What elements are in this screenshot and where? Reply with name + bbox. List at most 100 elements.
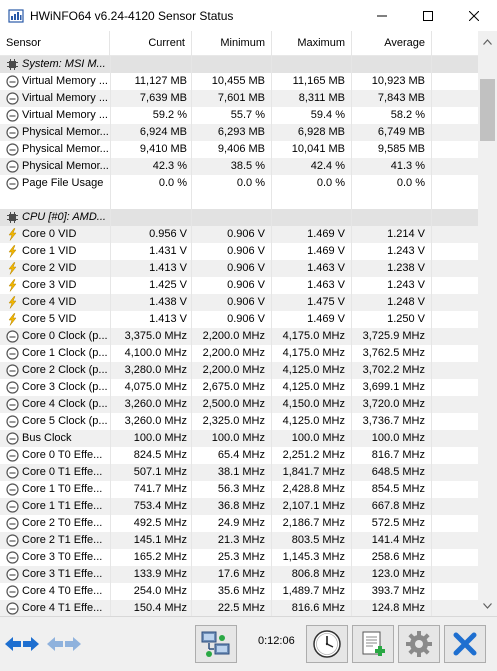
sensor-row[interactable]: Core 0 T0 Effe... 824.5 MHz 65.4 MHz 2,251.… bbox=[0, 447, 478, 464]
gauge-icon bbox=[6, 330, 19, 343]
scroll-thumb[interactable] bbox=[480, 79, 495, 141]
sensor-row[interactable]: Core 1 T0 Effe... 741.7 MHz 56.3 MHz 2,428.… bbox=[0, 481, 478, 498]
sensor-row[interactable]: Core 2 T1 Effe... 145.1 MHz 21.3 MHz 803.5 … bbox=[0, 532, 478, 549]
reset-clock-button[interactable] bbox=[306, 625, 348, 663]
sensor-row[interactable]: Virtual Memory ... 11,127 MB 10,455 MB 11,1… bbox=[0, 73, 478, 90]
vertical-scrollbar[interactable] bbox=[478, 31, 497, 616]
sensor-average-value: 648.5 MHz bbox=[371, 466, 425, 478]
chevron-down-icon bbox=[483, 602, 492, 609]
sensor-row[interactable]: Core 1 T1 Effe... 753.4 MHz 36.8 MHz 2,107.… bbox=[0, 498, 478, 515]
lightning-icon bbox=[6, 262, 19, 275]
sensor-minimum-value: 2,675.0 MHz bbox=[202, 381, 265, 393]
log-file-button[interactable] bbox=[352, 625, 394, 663]
sensor-row[interactable]: Core 3 Clock (p... 4,075.0 MHz 2,675.0 MHz… bbox=[0, 379, 478, 396]
sensor-average-value: 667.8 MHz bbox=[371, 500, 425, 512]
sensor-row[interactable]: Virtual Memory ... 59.2 % 55.7 % 59.4 % 58.2… bbox=[0, 107, 478, 124]
scroll-up-button[interactable] bbox=[478, 33, 497, 50]
sensor-row[interactable]: Core 0 VID 0.956 V 0.906 V 1.469 V 1.214 V bbox=[0, 226, 478, 243]
sensor-row[interactable]: Physical Memor... 9,410 MB 9,406 MB 10,041 … bbox=[0, 141, 478, 158]
sensor-group-header[interactable]: CPU [#0]: AMD... bbox=[0, 209, 478, 226]
navigate-arrows-button[interactable] bbox=[4, 631, 40, 657]
sensor-average-value: 1.243 V bbox=[387, 279, 425, 291]
gauge-icon bbox=[6, 381, 19, 394]
sensor-maximum-value: 10,041 MB bbox=[291, 143, 345, 155]
sensor-row[interactable]: Virtual Memory ... 7,639 MB 7,601 MB 8,311 … bbox=[0, 90, 478, 107]
sensor-average-value: 0.0 % bbox=[396, 177, 425, 189]
sensor-row[interactable]: Core 3 VID 1.425 V 0.906 V 1.463 V 1.243 V bbox=[0, 277, 478, 294]
close-sensors-button[interactable] bbox=[444, 625, 486, 663]
left-right-arrows-icon bbox=[5, 637, 39, 651]
sensor-average-value: 1.214 V bbox=[387, 228, 425, 240]
gauge-icon bbox=[6, 92, 19, 105]
column-header-minimum[interactable]: Minimum bbox=[192, 31, 272, 56]
sensor-row[interactable]: Core 2 VID 1.413 V 0.906 V 1.463 V 1.238 V bbox=[0, 260, 478, 277]
sensor-name: Core 1 Clock (p... bbox=[22, 347, 108, 359]
minimize-button[interactable] bbox=[359, 0, 405, 31]
sensor-current-value: 6,924 MB bbox=[139, 126, 187, 138]
maximize-button[interactable] bbox=[405, 0, 451, 31]
column-header-average[interactable]: Average bbox=[352, 31, 432, 56]
sensor-current-value: 165.2 MHz bbox=[133, 551, 187, 563]
sensor-name: Physical Memor... bbox=[22, 126, 109, 138]
sensor-name: Bus Clock bbox=[22, 432, 72, 444]
minimize-icon bbox=[377, 15, 387, 16]
sensor-maximum-value: 42.4 % bbox=[310, 160, 345, 172]
sensor-row[interactable]: Core 1 Clock (p... 4,100.0 MHz 2,200.0 MHz… bbox=[0, 345, 478, 362]
sensor-current-value: 3,375.0 MHz bbox=[124, 330, 187, 342]
sensor-current-value: 0.0 % bbox=[158, 177, 187, 189]
sensor-group-header[interactable]: System: MSI M... bbox=[0, 56, 478, 73]
sensor-row[interactable]: Page File Usage 0.0 % 0.0 % 0.0 % 0.0 % bbox=[0, 175, 478, 192]
scroll-down-button[interactable] bbox=[478, 597, 497, 614]
sensor-minimum-value: 24.9 MHz bbox=[217, 517, 265, 529]
sensor-row[interactable]: Core 4 T1 Effe... 150.4 MHz 22.5 MHz 816.6 … bbox=[0, 600, 478, 616]
column-header-maximum[interactable]: Maximum bbox=[272, 31, 352, 56]
sensor-row[interactable]: Core 4 T0 Effe... 254.0 MHz 35.6 MHz 1,489.… bbox=[0, 583, 478, 600]
sensor-row[interactable]: Core 3 T1 Effe... 133.9 MHz 17.6 MHz 806.8 … bbox=[0, 566, 478, 583]
sensor-current-value: 1.438 V bbox=[149, 296, 187, 308]
close-icon bbox=[469, 10, 479, 21]
sensor-maximum-value: 816.6 MHz bbox=[291, 602, 345, 614]
sensor-list: System: MSI M... Virtual Memory ... 11,127… bbox=[0, 56, 478, 616]
sensor-row[interactable]: Core 2 T0 Effe... 492.5 MHz 24.9 MHz 2,186.… bbox=[0, 515, 478, 532]
sensor-average-value: 6,749 MB bbox=[377, 126, 425, 138]
close-window-button[interactable] bbox=[451, 0, 497, 31]
navigate-arrows-disabled-button[interactable] bbox=[46, 631, 82, 657]
settings-button[interactable] bbox=[398, 625, 440, 663]
gauge-icon bbox=[6, 75, 19, 88]
gear-icon bbox=[406, 631, 432, 657]
column-header-sensor[interactable]: Sensor bbox=[0, 31, 110, 56]
sensor-row[interactable]: Core 1 VID 1.431 V 0.906 V 1.469 V 1.243 V bbox=[0, 243, 478, 260]
gauge-icon bbox=[6, 551, 19, 564]
gauge-icon bbox=[6, 483, 19, 496]
sensor-row[interactable]: Core 4 VID 1.438 V 0.906 V 1.475 V 1.248 V bbox=[0, 294, 478, 311]
sensor-name: Physical Memor... bbox=[22, 160, 109, 172]
sensor-average-value: 124.8 MHz bbox=[371, 602, 425, 614]
column-divider bbox=[110, 56, 111, 616]
sensor-row[interactable]: Core 5 VID 1.413 V 0.906 V 1.469 V 1.250 V bbox=[0, 311, 478, 328]
sensor-row[interactable]: Bus Clock 100.0 MHz 100.0 MHz 100.0 MHz 100.… bbox=[0, 430, 478, 447]
spacer-row bbox=[0, 192, 478, 209]
sensor-row[interactable]: Core 5 Clock (p... 3,260.0 MHz 2,325.0 MHz… bbox=[0, 413, 478, 430]
sensor-row[interactable]: Core 3 T0 Effe... 165.2 MHz 25.3 MHz 1,145.… bbox=[0, 549, 478, 566]
column-header-current[interactable]: Current bbox=[110, 31, 192, 56]
sensor-row[interactable]: Core 0 Clock (p... 3,375.0 MHz 2,200.0 MHz… bbox=[0, 328, 478, 345]
network-button[interactable] bbox=[195, 625, 237, 663]
sensor-name: Core 4 T1 Effe... bbox=[22, 602, 103, 614]
sensor-row[interactable]: Core 4 Clock (p... 3,260.0 MHz 2,500.0 MHz… bbox=[0, 396, 478, 413]
sensor-row[interactable]: Physical Memor... 42.3 % 38.5 % 42.4 % 41.3 … bbox=[0, 158, 478, 175]
sensor-average-value: 3,762.5 MHz bbox=[362, 347, 425, 359]
column-divider bbox=[191, 56, 192, 616]
sensor-minimum-value: 0.906 V bbox=[227, 279, 265, 291]
sensor-maximum-value: 1.463 V bbox=[307, 279, 345, 291]
gauge-icon bbox=[6, 415, 19, 428]
sensor-current-value: 741.7 MHz bbox=[133, 483, 187, 495]
sensor-current-value: 4,075.0 MHz bbox=[124, 381, 187, 393]
sensor-row[interactable]: Core 2 Clock (p... 3,280.0 MHz 2,200.0 MHz… bbox=[0, 362, 478, 379]
add-log-icon bbox=[362, 631, 385, 656]
sensor-maximum-value: 59.4 % bbox=[310, 109, 345, 121]
sensor-name: Core 3 VID bbox=[22, 279, 77, 291]
gauge-icon bbox=[6, 143, 19, 156]
sensor-row[interactable]: Physical Memor... 6,924 MB 6,293 MB 6,928 M… bbox=[0, 124, 478, 141]
sensor-row[interactable]: Core 0 T1 Effe... 507.1 MHz 38.1 MHz 1,841.… bbox=[0, 464, 478, 481]
sensor-minimum-value: 2,325.0 MHz bbox=[202, 415, 265, 427]
